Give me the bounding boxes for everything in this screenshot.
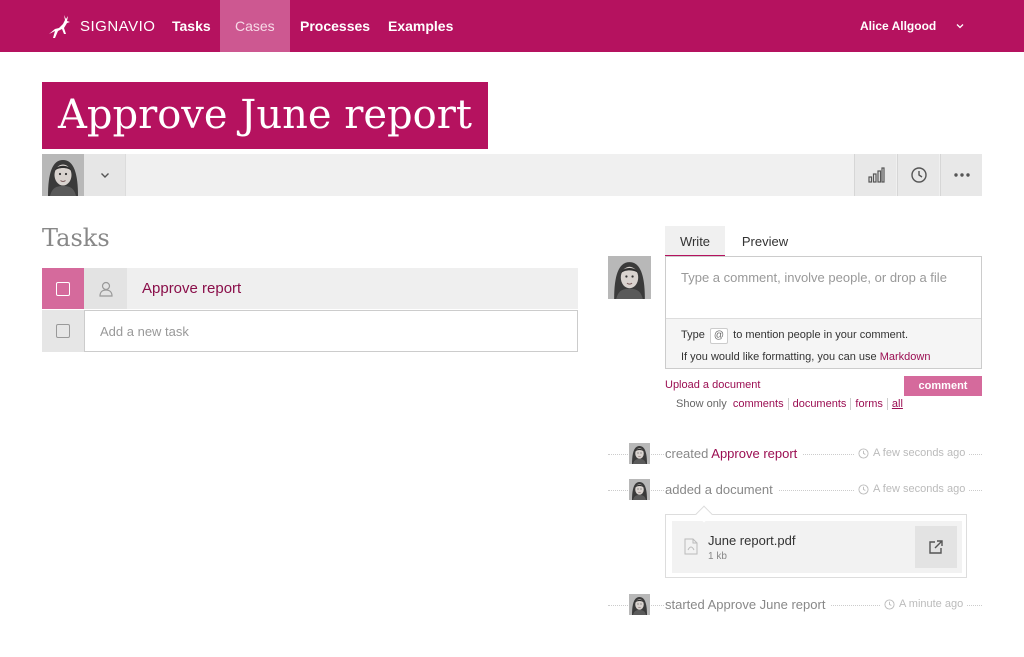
document-card-inner: June report.pdf 1 kb <box>672 521 962 573</box>
nav-cases[interactable]: Cases <box>220 0 290 52</box>
filter-forms[interactable]: forms <box>855 398 883 410</box>
antelope-logo-icon <box>49 15 70 38</box>
task-label[interactable]: Approve report <box>142 268 241 309</box>
nav-tasks[interactable]: Tasks <box>157 0 226 52</box>
new-task-input[interactable] <box>84 310 578 352</box>
activity-timestamp: A few seconds ago <box>854 483 970 495</box>
bar-chart-icon <box>867 167 885 183</box>
upload-document-link[interactable]: Upload a document <box>665 379 760 391</box>
clock-icon <box>884 598 895 610</box>
new-task-checkbox <box>42 310 84 352</box>
case-toolbar <box>42 154 982 196</box>
avatar[interactable] <box>42 154 84 196</box>
top-navigation-bar: SIGNAVIO Tasks Cases Processes Examples … <box>0 0 1024 52</box>
comment-hints: Type @ to mention people in your comment… <box>666 319 981 368</box>
hint-formatting-text: If you would like formatting, you can us… <box>681 351 877 363</box>
more-options-button[interactable] <box>940 154 982 196</box>
tasks-heading: Tasks <box>42 224 110 252</box>
avatar <box>629 443 650 464</box>
document-card: June report.pdf 1 kb <box>665 514 967 578</box>
activity-time-text: A few seconds ago <box>873 483 966 495</box>
task-row: Approve report <box>42 268 578 309</box>
activity-timestamp: A few seconds ago <box>854 447 970 459</box>
task-assignee-button[interactable] <box>84 268 127 309</box>
nav-processes[interactable]: Processes <box>285 0 385 52</box>
page-title[interactable]: Approve June report <box>58 82 472 149</box>
document-name[interactable]: June report.pdf <box>708 533 795 548</box>
activity-time-text: A few seconds ago <box>873 447 966 459</box>
open-document-button[interactable] <box>915 526 957 568</box>
activity-item: added a document <box>665 482 779 497</box>
user-menu[interactable]: Alice Allgood <box>860 0 936 52</box>
clock-icon <box>910 167 927 183</box>
avatar <box>629 479 650 500</box>
comment-editor: Type @ to mention people in your comment… <box>665 256 982 369</box>
activity-time-text: A minute ago <box>899 598 964 610</box>
activity-verb: created <box>665 446 709 461</box>
person-icon <box>98 281 113 297</box>
task-checkbox[interactable] <box>42 268 84 309</box>
activity-item: started Approve June report <box>665 597 832 612</box>
avatar <box>629 594 650 615</box>
case-title-banner: Approve June report <box>42 82 488 149</box>
hint-mention-text: to mention people in your comment. <box>733 329 909 341</box>
new-task-row <box>42 310 578 352</box>
assignee-dropdown-button[interactable] <box>84 154 126 196</box>
tab-write[interactable]: Write <box>665 226 725 257</box>
external-link-icon <box>929 540 943 554</box>
avatar <box>608 256 651 299</box>
activity-item: created Approve report <box>665 446 804 461</box>
signavio-logo[interactable]: SIGNAVIO <box>46 12 155 40</box>
hint-type-text: Type <box>681 329 705 341</box>
activity-filter: Show only comments documents forms all <box>676 398 903 411</box>
more-icon <box>953 173 970 177</box>
comment-submit-button[interactable]: comment <box>904 376 982 396</box>
clock-icon <box>858 483 869 495</box>
filter-documents[interactable]: documents <box>793 398 847 410</box>
logo-text: SIGNAVIO <box>80 17 156 35</box>
activity-verb: added a document <box>665 482 773 497</box>
filter-comments[interactable]: comments <box>733 398 784 410</box>
clock-icon <box>858 447 869 459</box>
pdf-file-icon <box>684 538 698 555</box>
chevron-down-icon <box>100 173 109 178</box>
filter-label: Show only <box>676 398 727 410</box>
activity-target-link[interactable]: Approve report <box>711 446 797 461</box>
nav-examples[interactable]: Examples <box>373 0 468 52</box>
comment-input[interactable] <box>666 257 981 319</box>
filter-all[interactable]: all <box>892 398 903 410</box>
chevron-down-icon[interactable] <box>954 20 966 32</box>
document-size: 1 kb <box>708 551 727 562</box>
activity-verb: started Approve June report <box>665 597 826 612</box>
at-sign-chip: @ <box>709 328 729 344</box>
markdown-link[interactable]: Markdown <box>880 351 931 363</box>
tab-preview[interactable]: Preview <box>733 226 797 257</box>
activity-timestamp: A minute ago <box>880 598 968 610</box>
history-button[interactable] <box>897 154 939 196</box>
statistics-button[interactable] <box>854 154 896 196</box>
